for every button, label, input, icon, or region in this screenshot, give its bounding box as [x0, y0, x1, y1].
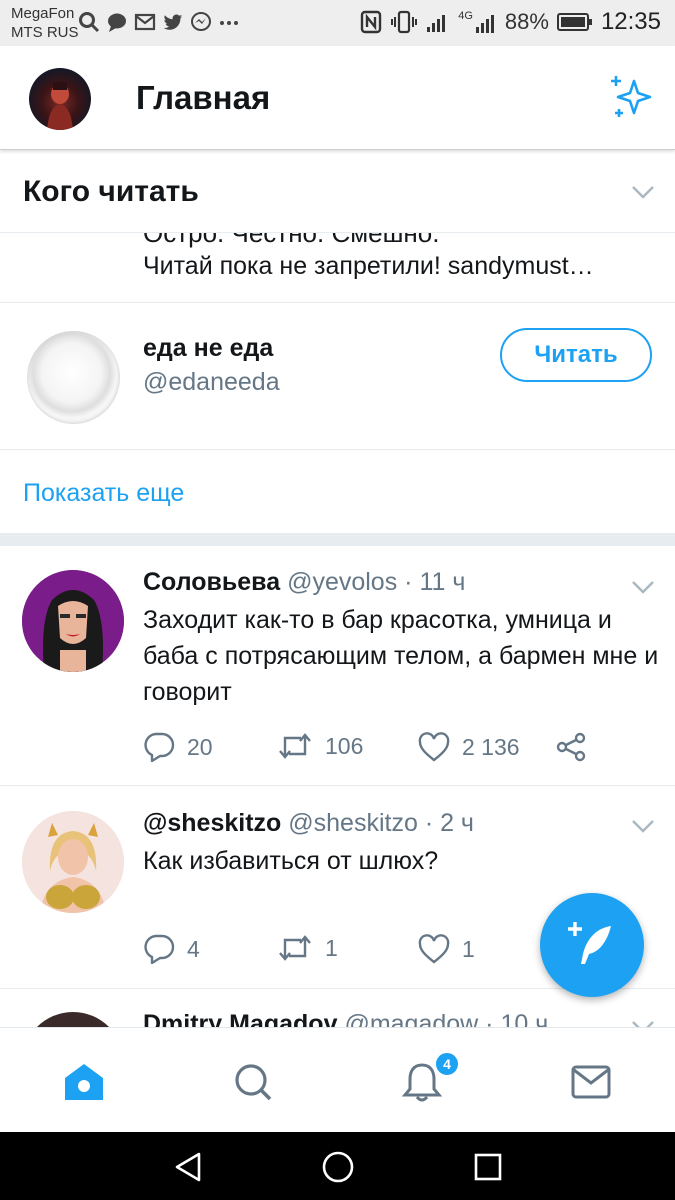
- home-tab[interactable]: [60, 1058, 108, 1106]
- tweet-header: Dmitry Magadov @magadow · 10 ч: [143, 1010, 548, 1027]
- app-header: Главная: [0, 46, 675, 150]
- avatar-figure-icon: [47, 82, 73, 130]
- like-count: 2 136: [462, 733, 520, 760]
- system-icons: 4G 88% 12:35: [360, 8, 661, 36]
- tweet-time: · 10 ч: [485, 1010, 549, 1027]
- signal-4g-icon: 4G: [458, 9, 497, 34]
- like-action[interactable]: 1: [418, 934, 475, 964]
- tweet-time: · 11 ч: [404, 568, 466, 596]
- page-title: Главная: [136, 79, 271, 116]
- messages-icon: [571, 1065, 611, 1099]
- notifications-badge: 4: [434, 1051, 460, 1077]
- signal-icon: [427, 15, 446, 32]
- home-circle-icon[interactable]: [321, 1150, 355, 1184]
- who-to-follow-header: Кого читать: [0, 151, 675, 233]
- nfc-icon: [361, 10, 382, 34]
- tweet-avatar[interactable]: [22, 570, 124, 672]
- reply-action[interactable]: 4: [143, 934, 200, 964]
- status-bar: MegaFon MTS RUS 4G 88% 12:35: [0, 0, 675, 46]
- user-handle: @edaneeda: [143, 368, 280, 396]
- carrier-label: MegaFon MTS RUS: [11, 4, 79, 42]
- messages-tab[interactable]: [567, 1058, 615, 1106]
- user-avatar[interactable]: [27, 331, 120, 424]
- heart-icon: [418, 732, 450, 762]
- tweet-author-name[interactable]: Соловьева: [143, 568, 280, 596]
- retweet-icon: [279, 935, 311, 961]
- search-tab[interactable]: [229, 1058, 277, 1106]
- chat-bubble-icon: [108, 13, 126, 32]
- sparkle-icon[interactable]: [607, 73, 653, 119]
- show-more-label: Показать еще: [23, 479, 185, 507]
- retweet-action[interactable]: 106: [277, 732, 363, 760]
- retweet-count: 106: [325, 732, 364, 759]
- tweet-author-name[interactable]: @sheskitzo: [143, 809, 281, 837]
- profile-avatar[interactable]: [29, 68, 91, 130]
- system-navigation-bar: [0, 1132, 675, 1200]
- tweet-header: @sheskitzo @sheskitzo · 2 ч: [143, 809, 474, 838]
- chevron-down-icon[interactable]: [631, 1020, 655, 1027]
- heart-icon: [418, 934, 450, 964]
- reply-count: 20: [187, 733, 213, 760]
- notification-icons: [78, 10, 240, 34]
- vibrate-icon: [391, 10, 418, 34]
- bottom-tab-bar: 4: [0, 1027, 675, 1132]
- retweet-count: 1: [325, 934, 338, 961]
- tweet-author-handle: @magadow: [344, 1010, 479, 1027]
- reply-count: 4: [187, 935, 200, 962]
- user-name: еда не еда: [143, 334, 274, 362]
- tweet-header: Соловьева @yevolos · 11 ч: [143, 568, 465, 597]
- who-to-follow-title: Кого читать: [23, 175, 199, 208]
- reply-action[interactable]: 20: [143, 732, 213, 762]
- suggested-user-card[interactable]: еда не еда @edaneeda Читать: [0, 304, 675, 450]
- tweet-actions: 20 106 2 136: [143, 732, 623, 766]
- reply-icon: [144, 732, 175, 762]
- tweet-text: Заходит как-то в бар красотка, умница и …: [143, 606, 659, 706]
- like-count: 1: [462, 935, 475, 962]
- avatar-woman-icon: [22, 570, 124, 672]
- signal-bars-icon: [475, 14, 494, 33]
- recents-square-icon[interactable]: [473, 1152, 503, 1182]
- home-icon: [65, 1064, 103, 1100]
- share-action[interactable]: [555, 732, 587, 762]
- like-action[interactable]: 2 136: [418, 732, 520, 762]
- search-icon: [79, 12, 100, 33]
- tweet-author-handle: @yevolos: [287, 568, 398, 596]
- share-icon: [556, 732, 586, 762]
- search-icon: [235, 1064, 272, 1101]
- show-more-link[interactable]: Показать еще: [0, 451, 675, 533]
- chevron-down-icon[interactable]: [631, 580, 655, 594]
- tweet-time: · 2 ч: [424, 809, 474, 837]
- back-icon[interactable]: [173, 1151, 203, 1183]
- battery-percent: 88%: [504, 9, 549, 34]
- tweet-actions: 4 1 1: [143, 934, 503, 968]
- tweet-author-handle: @sheskitzo: [288, 809, 418, 837]
- tweet[interactable]: Соловьева @yevolos · 11 ч Заходит как-то…: [0, 546, 675, 786]
- clock: 12:35: [600, 8, 661, 35]
- carrier-line-1: MegaFon: [11, 5, 75, 22]
- tweet-author-name[interactable]: Dmitry Magadov: [143, 1010, 337, 1027]
- reply-icon: [144, 934, 175, 964]
- avatar-woman-icon: [22, 811, 124, 913]
- compose-tweet-button[interactable]: [540, 893, 644, 997]
- mail-icon: [134, 13, 156, 31]
- bio-line: Читай пока не запретили! sandymust…: [143, 252, 594, 280]
- retweet-icon: [279, 733, 311, 759]
- tweet-text: Как избавиться от шлюх?: [143, 847, 439, 875]
- compose-feather-icon: [568, 922, 611, 964]
- tweet[interactable]: Dmitry Magadov @magadow · 10 ч: [0, 990, 675, 1027]
- chevron-down-icon[interactable]: [631, 185, 655, 199]
- battery-icon: [556, 13, 592, 31]
- retweet-action[interactable]: 1: [277, 934, 338, 962]
- carrier-line-2: MTS RUS: [11, 24, 79, 41]
- network-type-label: 4G: [458, 9, 473, 22]
- section-divider: [0, 533, 675, 546]
- tweet-avatar[interactable]: [22, 811, 124, 913]
- tweet-avatar[interactable]: [22, 1012, 124, 1027]
- twitter-bird-icon: [163, 14, 183, 30]
- chevron-down-icon[interactable]: [631, 819, 655, 833]
- messenger-icon: [191, 12, 211, 31]
- more-dots-icon: [220, 21, 238, 25]
- follow-button[interactable]: Читать: [500, 328, 652, 382]
